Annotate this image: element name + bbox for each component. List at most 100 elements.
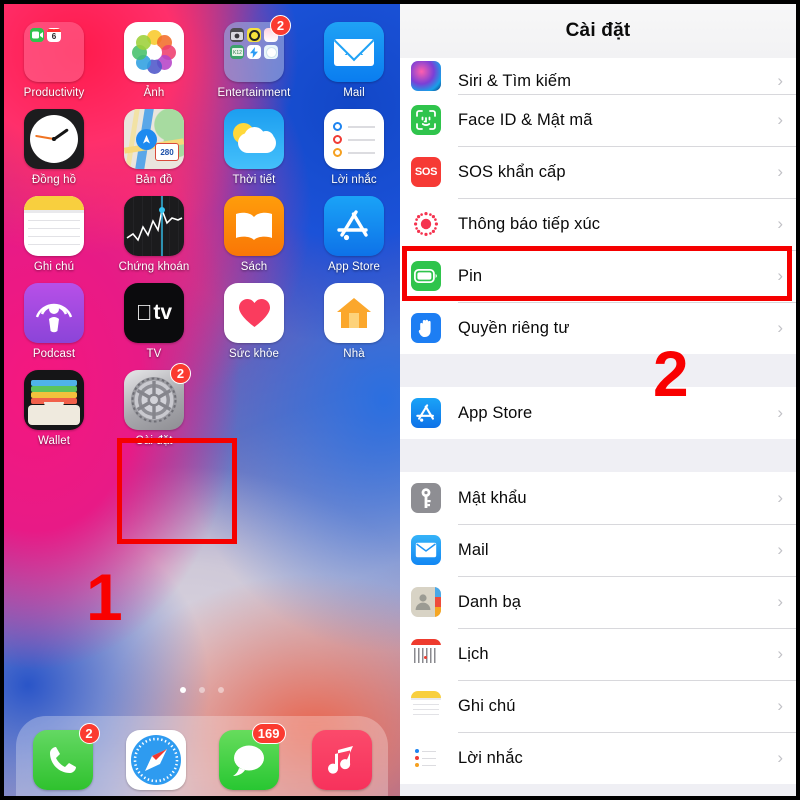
section-gap xyxy=(400,354,796,387)
settings-group-1: Siri & Tìm kiếm › Face ID & Mật mã › SOS… xyxy=(400,58,796,354)
settings-row-reminders[interactable]: Lời nhắc › xyxy=(400,732,796,784)
books-icon[interactable] xyxy=(224,196,284,256)
clock-icon[interactable] xyxy=(24,109,84,169)
folder-entertainment-icon[interactable]: K12 2 xyxy=(224,15,291,82)
exposure-notification-icon xyxy=(411,209,441,239)
settings-group-3: Mật khẩu › Mail › Danh bạ › Lịch › Ghi c… xyxy=(400,472,796,784)
app-icon-reminders[interactable]: Lời nhắc xyxy=(304,109,400,186)
app-icon-productivity[interactable]: T 6 Productivity xyxy=(4,22,104,99)
stocks-icon[interactable] xyxy=(124,196,184,256)
settings-row-mail[interactable]: Mail › xyxy=(400,524,796,576)
settings-row-notes[interactable]: Ghi chú › xyxy=(400,680,796,732)
settings-row-label: Ghi chú xyxy=(458,696,516,715)
settings-row-privacy[interactable]: Quyền riêng tư › xyxy=(400,302,796,354)
app-label: Bản đồ xyxy=(135,174,173,186)
app-label: TV xyxy=(146,348,162,360)
notes-icon[interactable] xyxy=(24,196,84,256)
page-dot[interactable] xyxy=(218,687,224,693)
mini-empty xyxy=(64,28,78,42)
notification-badge: 2 xyxy=(170,363,191,384)
settings-row-passwords[interactable]: Mật khẩu › xyxy=(400,472,796,524)
dock-phone-icon[interactable]: 2 xyxy=(32,723,100,790)
app-icon-entertainment[interactable]: K12 2 Entertainment xyxy=(204,15,304,99)
settings-row-contacts[interactable]: Danh bạ › xyxy=(400,576,796,628)
app-icon-clock[interactable]: Đồng hồ xyxy=(4,109,104,186)
app-icon-home[interactable]: Nhà xyxy=(304,283,400,360)
weather-icon[interactable] xyxy=(224,109,284,169)
appstore-icon xyxy=(411,398,441,428)
mail-icon xyxy=(411,535,441,565)
reminders-icon[interactable] xyxy=(324,109,384,169)
app-label: Entertainment xyxy=(217,87,291,99)
page-dot[interactable] xyxy=(199,687,205,693)
mini-facetime-icon xyxy=(30,28,44,42)
settings-nav-bar: Cài đặt xyxy=(400,4,796,58)
chevron-right-icon: › xyxy=(777,696,783,715)
chevron-right-icon: › xyxy=(777,71,783,90)
dock-messages-icon[interactable]: 169 xyxy=(218,723,286,790)
app-label: Nhà xyxy=(343,348,365,360)
siri-icon xyxy=(411,61,441,91)
settings-row-label: Quyền riêng tư xyxy=(458,318,570,337)
svg-text:K12: K12 xyxy=(233,50,242,56)
tv-label: tv xyxy=(145,301,172,324)
notification-badge: 2 xyxy=(270,15,291,36)
photos-icon[interactable] xyxy=(124,22,184,82)
app-icon-books[interactable]: Sách xyxy=(204,196,304,273)
mini-app-icon: K12 xyxy=(230,45,244,59)
app-icon-stocks[interactable]: Chứng khoán xyxy=(104,196,204,273)
appstore-icon[interactable] xyxy=(324,196,384,256)
settings-icon[interactable]: 2 xyxy=(124,363,191,430)
podcasts-icon[interactable] xyxy=(24,283,84,343)
settings-row-label: Mail xyxy=(458,540,489,559)
settings-row-label: SOS khẩn cấp xyxy=(458,162,566,181)
settings-row-exposure[interactable]: Thông báo tiếp xúc › xyxy=(400,198,796,250)
app-label: Ghi chú xyxy=(33,261,75,273)
mini-bolt-icon xyxy=(247,45,261,59)
faceid-icon xyxy=(411,105,441,135)
settings-row-calendar[interactable]: Lịch › xyxy=(400,628,796,680)
mini-empty xyxy=(30,62,44,76)
app-icon-photos[interactable]: Ảnh xyxy=(104,22,204,99)
app-icon-mail[interactable]: Mail xyxy=(304,22,400,99)
wallet-icon[interactable] xyxy=(24,370,84,430)
tv-icon[interactable]: tv xyxy=(124,283,184,343)
chevron-right-icon: › xyxy=(777,214,783,233)
folder-productivity-icon[interactable]: T 6 xyxy=(24,22,84,82)
settings-row-sos[interactable]: SOS SOS khẩn cấp › xyxy=(400,146,796,198)
maps-icon[interactable]: 280 xyxy=(124,109,184,169)
mini-empty xyxy=(47,45,61,59)
health-icon[interactable] xyxy=(224,283,284,343)
home-icon[interactable] xyxy=(324,283,384,343)
reminders-icon xyxy=(411,743,441,773)
app-icon-notes[interactable]: Ghi chú xyxy=(4,196,104,273)
chevron-right-icon: › xyxy=(777,644,783,663)
notification-badge: 2 xyxy=(78,723,100,744)
dock: 2 169 xyxy=(16,716,388,796)
app-icon-appstore[interactable]: App Store xyxy=(304,196,400,273)
page-dot[interactable] xyxy=(180,687,186,693)
dock-safari-icon[interactable] xyxy=(125,730,186,790)
app-icon-wallet[interactable]: Wallet xyxy=(4,370,104,447)
settings-row-faceid[interactable]: Face ID & Mật mã › xyxy=(400,94,796,146)
app-icon-health[interactable]: Sức khỏe xyxy=(204,283,304,360)
chevron-right-icon: › xyxy=(777,748,783,767)
app-icon-tv[interactable]: tv TV xyxy=(104,283,204,360)
highlight-box-battery-row xyxy=(402,246,792,301)
settings-row-siri[interactable]: Siri & Tìm kiếm › xyxy=(400,58,796,94)
app-icon-settings[interactable]: 2 Cài đặt xyxy=(104,363,204,447)
mail-icon[interactable] xyxy=(324,22,384,82)
password-key-icon xyxy=(411,483,441,513)
app-grid: T 6 Productivity Ảnh K12 2 Entertainment… xyxy=(4,15,400,447)
mini-empty xyxy=(230,62,244,76)
mini-empty xyxy=(264,62,278,76)
app-label: Lời nhắc xyxy=(331,174,377,186)
app-icon-podcasts[interactable]: Podcast xyxy=(4,283,104,360)
settings-row-label: Face ID & Mật mã xyxy=(458,110,593,129)
settings-group-2: App Store › xyxy=(400,387,796,439)
dock-music-icon[interactable] xyxy=(311,730,372,790)
app-label: Productivity xyxy=(23,87,85,99)
app-icon-weather[interactable]: Thời tiết xyxy=(204,109,304,186)
settings-row-appstore[interactable]: App Store › xyxy=(400,387,796,439)
app-icon-maps[interactable]: 280 Bản đồ xyxy=(104,109,204,186)
